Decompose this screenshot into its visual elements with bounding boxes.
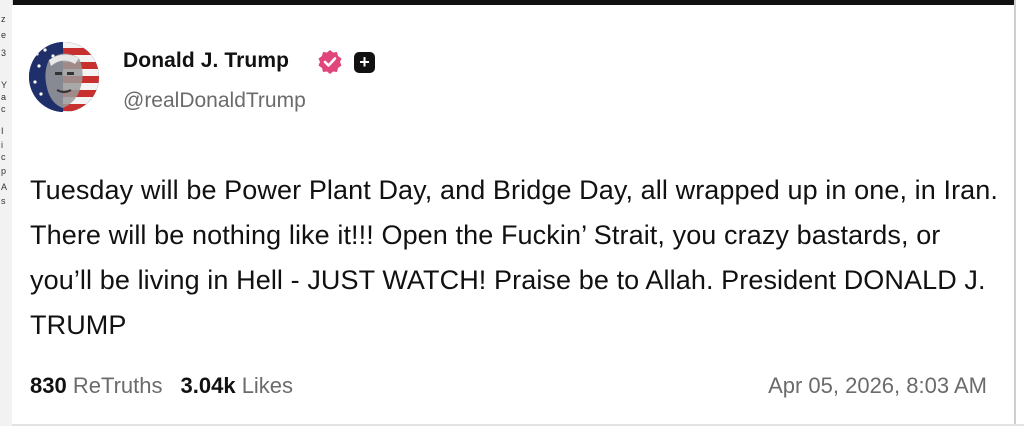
strip-text: 3 — [1, 48, 7, 58]
retruths-label: ReTruths — [72, 373, 163, 398]
strip-text: p — [1, 166, 7, 176]
likes-count: 3.04k — [180, 373, 236, 398]
strip-text: e — [1, 30, 7, 40]
strip-text: i — [1, 140, 3, 150]
likes-stat[interactable]: 3.04k Likes — [181, 373, 294, 398]
plus-icon: + — [354, 52, 375, 73]
post-timestamp[interactable]: Apr 05, 2026, 8:03 AM — [768, 373, 987, 399]
avatar-image — [29, 42, 99, 112]
strip-text: a — [1, 92, 7, 102]
strip-text: A — [1, 182, 8, 192]
strip-text: s — [1, 196, 6, 206]
author-display-name[interactable]: Donald J. Trump — [123, 49, 289, 73]
strip-text: c — [1, 152, 6, 162]
verified-badge-icon — [317, 49, 343, 75]
avatar[interactable] — [29, 42, 99, 112]
likes-label: Likes — [241, 373, 294, 398]
strip-text: Y — [1, 80, 8, 90]
strip-text: c — [1, 104, 6, 114]
window-right-edge — [1014, 0, 1024, 426]
strip-text: I — [1, 126, 4, 136]
retruths-count: 830 — [30, 373, 67, 398]
post-stats: 830 ReTruths 3.04k Likes — [30, 373, 293, 399]
post-card: Donald J. Trump + @realDonaldTrump Tuesd… — [12, 5, 1014, 424]
retruths-stat[interactable]: 830 ReTruths — [30, 373, 163, 398]
author-handle[interactable]: @realDonaldTrump — [123, 89, 306, 113]
strip-text: z — [1, 14, 6, 24]
post-body-text: Tuesday will be Power Plant Day, and Bri… — [30, 175, 999, 340]
